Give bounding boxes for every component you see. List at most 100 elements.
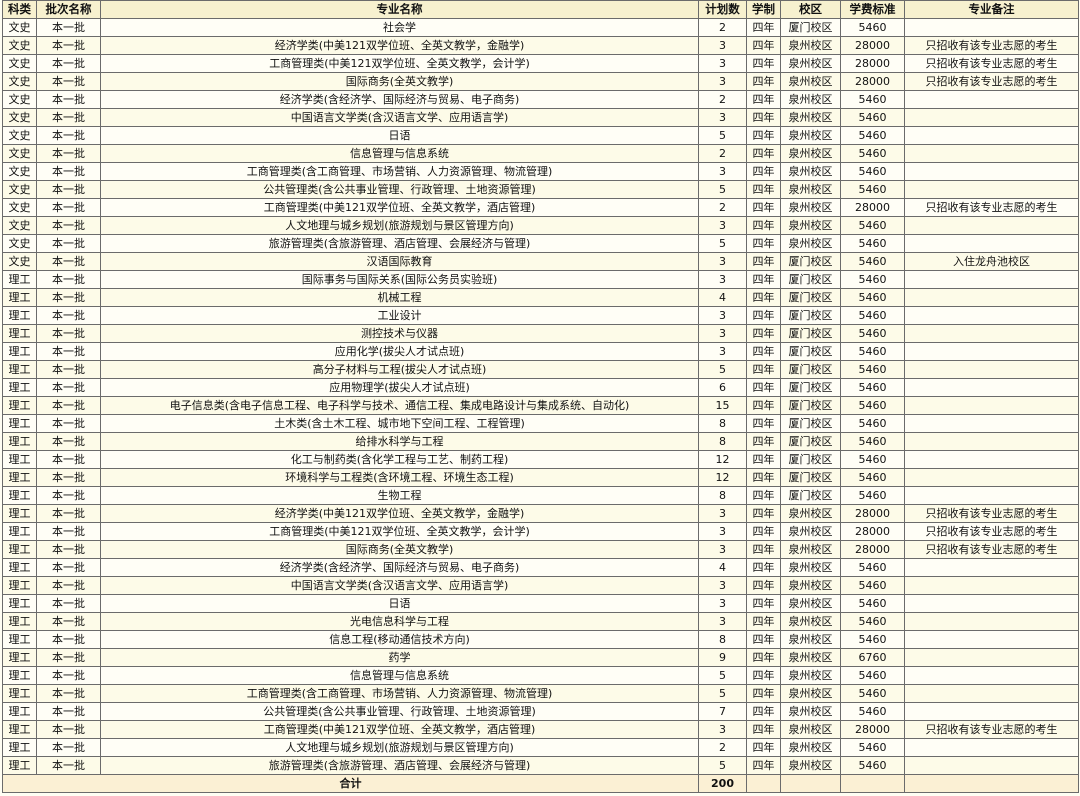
cell-tuition: 28000	[840, 72, 905, 91]
cell-plan: 2	[698, 90, 747, 109]
table-row: 理工 本一批 信息管理与信息系统 5 四年 泉州校区 5460	[2, 666, 1079, 685]
cell-major: 汉语国际教育	[100, 252, 699, 271]
cell-remark	[904, 684, 1079, 703]
cell-duration: 四年	[746, 648, 781, 667]
table-row: 文史 本一批 人文地理与城乡规划(旅游规划与景区管理方向) 3 四年 泉州校区 5460	[2, 216, 1079, 235]
table-row: 理工 本一批 日语 3 四年 泉州校区 5460	[2, 594, 1079, 613]
total-plan: 200	[698, 774, 747, 793]
cell-tuition: 5460	[840, 702, 905, 721]
total-row: 合计 200	[2, 774, 1079, 793]
cell-campus: 泉州校区	[780, 90, 841, 109]
cell-duration: 四年	[746, 144, 781, 163]
cell-remark	[904, 630, 1079, 649]
cell-campus: 泉州校区	[780, 504, 841, 523]
cell-plan: 4	[698, 288, 747, 307]
cell-major: 应用化学(拔尖人才试点班)	[100, 342, 699, 361]
cell-batch: 本一批	[36, 234, 101, 253]
header-batch: 批次名称	[36, 0, 101, 19]
cell-remark	[904, 18, 1079, 37]
cell-tuition: 5460	[840, 468, 905, 487]
cell-batch: 本一批	[36, 378, 101, 397]
cell-campus: 泉州校区	[780, 162, 841, 181]
cell-remark	[904, 450, 1079, 469]
cell-duration: 四年	[746, 576, 781, 595]
cell-tuition: 28000	[840, 36, 905, 55]
cell-remark: 只招收有该专业志愿的考生	[904, 54, 1079, 73]
header-plan: 计划数	[698, 0, 747, 19]
cell-remark	[904, 666, 1079, 685]
cell-category: 文史	[2, 180, 37, 199]
cell-category: 理工	[2, 684, 37, 703]
cell-campus: 泉州校区	[780, 540, 841, 559]
cell-batch: 本一批	[36, 738, 101, 757]
cell-duration: 四年	[746, 252, 781, 271]
cell-category: 文史	[2, 108, 37, 127]
cell-remark	[904, 432, 1079, 451]
cell-duration: 四年	[746, 612, 781, 631]
cell-category: 理工	[2, 414, 37, 433]
cell-plan: 2	[698, 198, 747, 217]
cell-duration: 四年	[746, 432, 781, 451]
cell-tuition: 5460	[840, 558, 905, 577]
cell-batch: 本一批	[36, 126, 101, 145]
cell-major: 工商管理类(中美121双学位班、全英文教学，酒店管理)	[100, 720, 699, 739]
cell-campus: 厦门校区	[780, 486, 841, 505]
cell-remark	[904, 738, 1079, 757]
cell-major: 日语	[100, 126, 699, 145]
cell-campus: 泉州校区	[780, 720, 841, 739]
table-row: 理工 本一批 国际商务(全英文教学) 3 四年 泉州校区 28000 只招收有该专业志愿的考生	[2, 540, 1079, 559]
cell-batch: 本一批	[36, 432, 101, 451]
cell-plan: 2	[698, 144, 747, 163]
cell-duration: 四年	[746, 396, 781, 415]
table-row: 文史 本一批 日语 5 四年 泉州校区 5460	[2, 126, 1079, 145]
header-row: 科类 批次名称 专业名称 计划数 学制 校区 学费标准 专业备注	[2, 0, 1079, 19]
cell-remark	[904, 126, 1079, 145]
table-row: 理工 本一批 测控技术与仪器 3 四年 厦门校区 5460	[2, 324, 1079, 343]
cell-campus: 泉州校区	[780, 216, 841, 235]
cell-plan: 3	[698, 342, 747, 361]
cell-plan: 4	[698, 558, 747, 577]
cell-category: 理工	[2, 666, 37, 685]
cell-duration: 四年	[746, 36, 781, 55]
cell-plan: 8	[698, 432, 747, 451]
cell-batch: 本一批	[36, 108, 101, 127]
cell-batch: 本一批	[36, 630, 101, 649]
cell-major: 机械工程	[100, 288, 699, 307]
cell-duration: 四年	[746, 522, 781, 541]
cell-plan: 3	[698, 252, 747, 271]
cell-category: 理工	[2, 738, 37, 757]
cell-plan: 15	[698, 396, 747, 415]
cell-category: 理工	[2, 270, 37, 289]
cell-category: 理工	[2, 522, 37, 541]
cell-campus: 泉州校区	[780, 576, 841, 595]
cell-batch: 本一批	[36, 270, 101, 289]
cell-major: 旅游管理类(含旅游管理、酒店管理、会展经济与管理)	[100, 234, 699, 253]
cell-tuition: 5460	[840, 90, 905, 109]
cell-tuition: 5460	[840, 342, 905, 361]
cell-plan: 8	[698, 414, 747, 433]
cell-remark	[904, 360, 1079, 379]
cell-campus: 泉州校区	[780, 234, 841, 253]
cell-batch: 本一批	[36, 72, 101, 91]
cell-major: 信息管理与信息系统	[100, 666, 699, 685]
table-row: 理工 本一批 环境科学与工程类(含环境工程、环境生态工程) 12 四年 厦门校区 5460	[2, 468, 1079, 487]
cell-category: 文史	[2, 36, 37, 55]
cell-plan: 5	[698, 360, 747, 379]
cell-batch: 本一批	[36, 90, 101, 109]
cell-tuition: 5460	[840, 396, 905, 415]
cell-tuition: 5460	[840, 306, 905, 325]
cell-duration: 四年	[746, 342, 781, 361]
cell-major: 应用物理学(拔尖人才试点班)	[100, 378, 699, 397]
cell-plan: 2	[698, 738, 747, 757]
table-row: 理工 本一批 工商管理类(含工商管理、市场营销、人力资源管理、物流管理) 5 四年 泉州校…	[2, 684, 1079, 703]
cell-tuition: 5460	[840, 684, 905, 703]
table-row: 理工 本一批 信息工程(移动通信技术方向) 8 四年 泉州校区 5460	[2, 630, 1079, 649]
table-row: 理工 本一批 应用物理学(拔尖人才试点班) 6 四年 厦门校区 5460	[2, 378, 1079, 397]
table-row: 理工 本一批 化工与制药类(含化学工程与工艺、制药工程) 12 四年 厦门校区 5460	[2, 450, 1079, 469]
cell-remark: 只招收有该专业志愿的考生	[904, 522, 1079, 541]
cell-tuition: 5460	[840, 612, 905, 631]
cell-plan: 2	[698, 18, 747, 37]
cell-plan: 5	[698, 684, 747, 703]
cell-tuition: 5460	[840, 216, 905, 235]
cell-campus: 厦门校区	[780, 252, 841, 271]
